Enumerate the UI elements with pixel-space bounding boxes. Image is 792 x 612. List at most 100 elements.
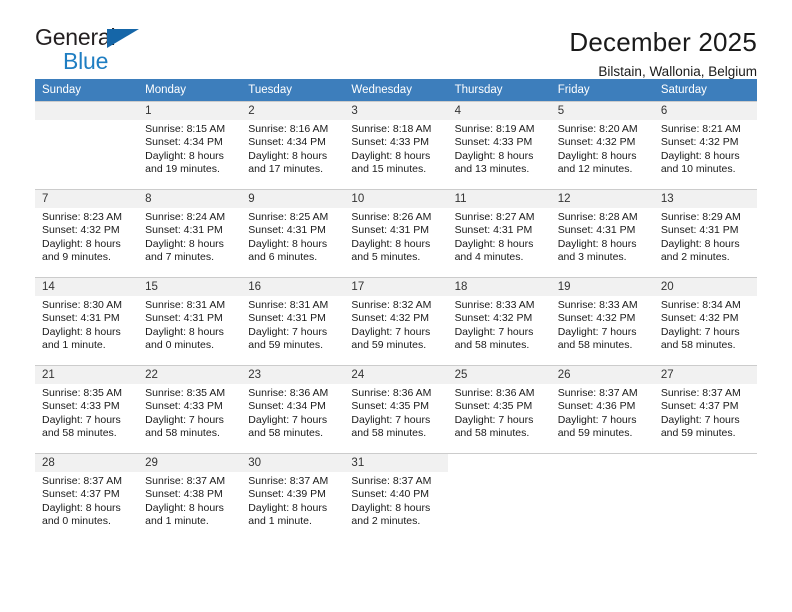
sunset-text: Sunset: 4:31 PM xyxy=(145,224,223,237)
day-details: Sunrise: 8:37 AM Sunset: 4:36 PM Daylight:… xyxy=(551,384,654,441)
day-cell[interactable]: 9 Sunrise: 8:25 AM Sunset: 4:31 PM Daylight… xyxy=(241,190,345,277)
day-cell[interactable]: 27 Sunrise: 8:37 AM Sunset: 4:37 PM Dayligh… xyxy=(653,366,757,453)
sunset-text: Sunset: 4:37 PM xyxy=(660,400,739,413)
calendar-cell: 8 Sunrise: 8:24 AM Sunset: 4:31 PM Daylight… xyxy=(138,189,242,278)
calendar-cell: 29 Sunrise: 8:37 AM Sunset: 4:38 PM Dayligh… xyxy=(138,453,242,542)
sunset-text: Sunset: 4:32 PM xyxy=(351,312,430,325)
calendar-cell: 25 Sunrise: 8:36 AM Sunset: 4:35 PM Dayligh… xyxy=(447,365,551,454)
sunrise-text: Sunrise: 8:27 AM xyxy=(454,211,535,223)
day-number: 22 xyxy=(138,366,242,384)
calendar-cell: 11 Sunrise: 8:27 AM Sunset: 4:31 PM Dayligh… xyxy=(447,189,551,278)
daylight-text-line1: Daylight: 7 hours xyxy=(351,413,431,426)
calendar-week-row: 1 Sunrise: 8:15 AM Sunset: 4:34 PM Daylight… xyxy=(35,101,757,190)
sunset-text: Sunset: 4:32 PM xyxy=(454,312,533,325)
calendar-cell: 2 Sunrise: 8:16 AM Sunset: 4:34 PM Daylight… xyxy=(241,101,345,190)
sunrise-text: Sunrise: 8:16 AM xyxy=(248,123,329,135)
day-cell[interactable]: 1 Sunrise: 8:15 AM Sunset: 4:34 PM Daylight… xyxy=(138,102,242,189)
day-cell[interactable]: 15 Sunrise: 8:31 AM Sunset: 4:31 PM Dayligh… xyxy=(138,278,242,365)
day-cell[interactable]: 31 Sunrise: 8:37 AM Sunset: 4:40 PM Dayligh… xyxy=(344,454,448,542)
daylight-text-line2: and 1 minute. xyxy=(145,515,209,528)
daylight-text-line1: Daylight: 8 hours xyxy=(42,501,121,514)
daylight-text-line1: Daylight: 8 hours xyxy=(42,325,121,338)
day-cell[interactable]: 20 Sunrise: 8:34 AM Sunset: 4:32 PM Dayligh… xyxy=(653,278,757,365)
calendar-week-row: 14 Sunrise: 8:30 AM Sunset: 4:31 PM Dayligh… xyxy=(35,277,757,366)
calendar-cell: 10 Sunrise: 8:26 AM Sunset: 4:31 PM Dayligh… xyxy=(344,189,448,278)
day-cell[interactable]: 25 Sunrise: 8:36 AM Sunset: 4:35 PM Dayligh… xyxy=(447,366,551,453)
sunrise-text: Sunrise: 8:37 AM xyxy=(660,387,741,399)
sunrise-text: Sunrise: 8:35 AM xyxy=(145,387,226,399)
day-cell[interactable]: 17 Sunrise: 8:32 AM Sunset: 4:32 PM Dayligh… xyxy=(344,278,448,365)
day-cell[interactable]: 7 Sunrise: 8:23 AM Sunset: 4:32 PM Daylight… xyxy=(35,190,139,277)
day-cell[interactable]: 30 Sunrise: 8:37 AM Sunset: 4:39 PM Dayligh… xyxy=(241,454,345,542)
daylight-text-line1: Daylight: 7 hours xyxy=(454,413,534,426)
sunset-text: Sunset: 4:32 PM xyxy=(42,224,120,237)
sunrise-text: Sunrise: 8:20 AM xyxy=(557,123,638,135)
daylight-text-line2: and 10 minutes. xyxy=(660,163,736,176)
day-cell[interactable]: 24 Sunrise: 8:36 AM Sunset: 4:35 PM Dayligh… xyxy=(344,366,448,453)
daylight-text-line2: and 59 minutes. xyxy=(351,339,427,352)
sunrise-text: Sunrise: 8:37 AM xyxy=(248,475,329,487)
day-cell[interactable]: 5 Sunrise: 8:20 AM Sunset: 4:32 PM Daylight… xyxy=(550,102,654,189)
day-cell[interactable]: 10 Sunrise: 8:26 AM Sunset: 4:31 PM Dayligh… xyxy=(344,190,448,277)
day-cell[interactable]: 8 Sunrise: 8:24 AM Sunset: 4:31 PM Daylight… xyxy=(138,190,242,277)
daylight-text-line2: and 13 minutes. xyxy=(454,163,530,176)
day-details: Sunrise: 8:31 AM Sunset: 4:31 PM Daylight:… xyxy=(241,296,344,353)
sunset-text: Sunset: 4:32 PM xyxy=(557,312,636,325)
day-cell[interactable]: 19 Sunrise: 8:33 AM Sunset: 4:32 PM Dayligh… xyxy=(550,278,654,365)
daylight-text-line1: Daylight: 7 hours xyxy=(660,325,740,338)
day-cell[interactable]: 11 Sunrise: 8:27 AM Sunset: 4:31 PM Dayligh… xyxy=(447,190,551,277)
calendar-cell: 17 Sunrise: 8:32 AM Sunset: 4:32 PM Dayligh… xyxy=(344,277,448,366)
daylight-text-line2: and 6 minutes. xyxy=(248,251,318,264)
sunrise-text: Sunrise: 8:25 AM xyxy=(248,211,329,223)
day-cell[interactable] xyxy=(35,102,139,189)
day-details: Sunrise: 8:29 AM Sunset: 4:31 PM Daylight:… xyxy=(654,208,757,265)
day-cell[interactable]: 26 Sunrise: 8:37 AM Sunset: 4:36 PM Dayligh… xyxy=(550,366,654,453)
sunset-text: Sunset: 4:33 PM xyxy=(42,400,120,413)
day-details: Sunrise: 8:36 AM Sunset: 4:34 PM Daylight:… xyxy=(241,384,344,441)
day-details: Sunrise: 8:34 AM Sunset: 4:32 PM Daylight:… xyxy=(654,296,757,353)
day-number: 12 xyxy=(550,190,654,208)
sunrise-text: Sunrise: 8:29 AM xyxy=(660,211,741,223)
daylight-text-line2: and 58 minutes. xyxy=(248,427,323,440)
day-cell[interactable]: 18 Sunrise: 8:33 AM Sunset: 4:32 PM Dayligh… xyxy=(447,278,551,365)
day-cell[interactable]: 14 Sunrise: 8:30 AM Sunset: 4:31 PM Dayligh… xyxy=(35,278,139,365)
sunset-text: Sunset: 4:34 PM xyxy=(248,136,326,149)
day-cell[interactable]: 28 Sunrise: 8:37 AM Sunset: 4:37 PM Dayligh… xyxy=(35,454,139,542)
daylight-text-line2: and 5 minutes. xyxy=(351,251,421,264)
day-number: 19 xyxy=(550,278,654,296)
calendar-cell: 7 Sunrise: 8:23 AM Sunset: 4:32 PM Daylight… xyxy=(35,189,139,278)
day-cell[interactable]: 6 Sunrise: 8:21 AM Sunset: 4:32 PM Daylight… xyxy=(653,102,757,189)
daylight-text-line1: Daylight: 8 hours xyxy=(145,325,224,338)
calendar-cell xyxy=(35,101,139,190)
calendar-cell: 6 Sunrise: 8:21 AM Sunset: 4:32 PM Daylight… xyxy=(653,101,757,190)
day-cell[interactable]: 2 Sunrise: 8:16 AM Sunset: 4:34 PM Daylight… xyxy=(241,102,345,189)
brand-name-top: General xyxy=(35,24,116,50)
sunset-text: Sunset: 4:34 PM xyxy=(248,400,326,413)
day-cell[interactable]: 3 Sunrise: 8:18 AM Sunset: 4:33 PM Daylight… xyxy=(344,102,448,189)
weekday-header-friday: Friday xyxy=(550,79,654,102)
day-cell[interactable]: 12 Sunrise: 8:28 AM Sunset: 4:31 PM Dayligh… xyxy=(550,190,654,277)
sunset-text: Sunset: 4:32 PM xyxy=(660,136,739,149)
day-cell[interactable]: 16 Sunrise: 8:31 AM Sunset: 4:31 PM Dayligh… xyxy=(241,278,345,365)
day-cell[interactable]: 23 Sunrise: 8:36 AM Sunset: 4:34 PM Dayligh… xyxy=(241,366,345,453)
brand-logo[interactable]: General Blue xyxy=(35,26,165,78)
calendar-cell: 28 Sunrise: 8:37 AM Sunset: 4:37 PM Dayligh… xyxy=(35,453,139,542)
day-number xyxy=(35,102,139,120)
day-number: 21 xyxy=(35,366,139,384)
day-cell[interactable]: 29 Sunrise: 8:37 AM Sunset: 4:38 PM Dayligh… xyxy=(138,454,242,542)
sunrise-text: Sunrise: 8:35 AM xyxy=(42,387,122,399)
daylight-text-line1: Daylight: 7 hours xyxy=(454,325,534,338)
daylight-text-line2: and 2 minutes. xyxy=(351,515,421,528)
day-cell[interactable]: 13 Sunrise: 8:29 AM Sunset: 4:31 PM Dayligh… xyxy=(653,190,757,277)
calendar-cell: 19 Sunrise: 8:33 AM Sunset: 4:32 PM Dayligh… xyxy=(550,277,654,366)
day-cell[interactable]: 22 Sunrise: 8:35 AM Sunset: 4:33 PM Dayligh… xyxy=(138,366,242,453)
daylight-text-line1: Daylight: 8 hours xyxy=(351,501,431,514)
day-cell[interactable]: 4 Sunrise: 8:19 AM Sunset: 4:33 PM Daylight… xyxy=(447,102,551,189)
calendar-cell: 21 Sunrise: 8:35 AM Sunset: 4:33 PM Dayligh… xyxy=(35,365,139,454)
sunset-text: Sunset: 4:33 PM xyxy=(454,136,533,149)
sunrise-text: Sunrise: 8:33 AM xyxy=(454,299,535,311)
day-number: 8 xyxy=(138,190,242,208)
day-cell[interactable]: 21 Sunrise: 8:35 AM Sunset: 4:33 PM Dayligh… xyxy=(35,366,139,453)
day-number: 11 xyxy=(447,190,551,208)
day-number: 3 xyxy=(344,102,448,120)
